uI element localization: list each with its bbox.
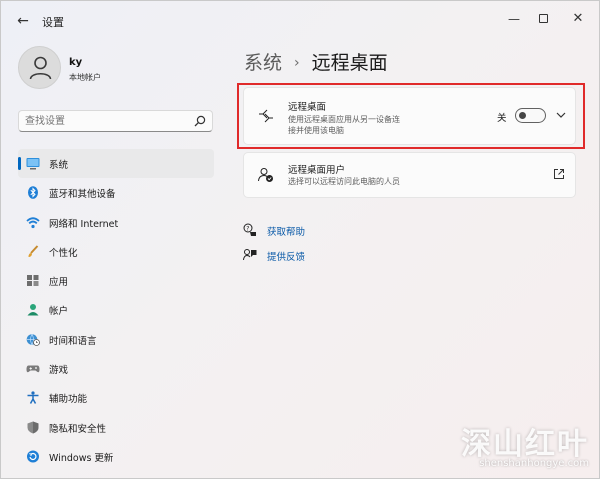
toggle-knob [519, 112, 526, 119]
sidebar-item-apps[interactable]: 应用 [18, 266, 214, 295]
breadcrumb: 系统 › 远程桌面 [244, 48, 388, 75]
toggle-state-label: 关 [497, 113, 507, 124]
wifi-icon [26, 216, 40, 228]
sidebar-item-label: 个性化 [49, 247, 78, 259]
feedback-icon [243, 249, 257, 261]
watermark-brand: 深山红叶 [461, 427, 589, 462]
page-title: 远程桌面 [311, 52, 388, 74]
sidebar-item-label: Windows 更新 [49, 452, 114, 464]
user-name: ky [69, 57, 83, 68]
account-icon [27, 304, 39, 316]
remote-users-title: 远程桌面用户 [288, 165, 346, 176]
sidebar-item-label: 蓝牙和其他设备 [49, 189, 116, 201]
sidebar-item-windows-update[interactable]: Windows 更新 [18, 442, 214, 471]
remote-desktop-toggle[interactable] [515, 108, 546, 123]
close-icon: ✕ [572, 11, 584, 26]
watermark-url: shenshanhongye.com [479, 458, 589, 469]
settings-window: ← 设置 — ✕ ky 本地帐户 系统 [0, 0, 600, 479]
sidebar-item-time-language[interactable]: 时间和语言 [18, 325, 214, 354]
sidebar-item-accessibility[interactable]: 辅助功能 [18, 383, 214, 412]
external-link-icon[interactable] [552, 167, 566, 181]
sidebar-item-network[interactable]: 网络和 Internet [18, 208, 214, 237]
search-box[interactable] [18, 110, 213, 132]
sidebar-item-label: 隐私和安全性 [49, 423, 107, 435]
sidebar-item-privacy[interactable]: 隐私和安全性 [18, 413, 214, 442]
system-icon [26, 158, 40, 170]
sidebar-item-gaming[interactable]: 游戏 [18, 354, 214, 383]
sidebar-item-label: 辅助功能 [49, 394, 88, 406]
sidebar-item-label: 系统 [49, 160, 69, 171]
sidebar-item-label: 应用 [49, 277, 69, 289]
breadcrumb-separator: › [294, 55, 300, 71]
shield-icon [27, 421, 39, 434]
remote-desktop-title: 远程桌面 [288, 102, 327, 113]
give-feedback-label: 提供反馈 [267, 252, 306, 263]
sidebar-item-accounts[interactable]: 帐户 [18, 295, 214, 324]
bluetooth-icon [28, 186, 38, 200]
chevron-down-icon[interactable] [554, 108, 568, 122]
sidebar-item-personalization[interactable]: 个性化 [18, 237, 214, 266]
avatar[interactable] [18, 46, 61, 89]
gamepad-icon [26, 365, 40, 373]
title-bar: ← 设置 — ✕ [1, 1, 599, 39]
sidebar-nav: 系统 蓝牙和其他设备 网络和 Internet 个性化 应用 帐户 时间和语言 … [18, 149, 214, 471]
remote-users-description: 选择可以远程访问此电脑的人员 [288, 177, 400, 186]
remote-desktop-description: 使用远程桌面应用从另一设备连 接并使用该电脑 [288, 115, 400, 135]
account-type: 本地帐户 [69, 73, 101, 82]
sidebar-item-label: 游戏 [49, 365, 69, 377]
remote-desktop-icon [259, 109, 273, 123]
update-icon [27, 450, 39, 463]
search-input[interactable] [25, 113, 185, 129]
back-button[interactable]: ← [13, 11, 33, 31]
maximize-icon [538, 14, 548, 23]
person-icon [29, 56, 52, 80]
accessibility-icon [27, 391, 39, 405]
remote-desktop-card[interactable]: 远程桌面 使用远程桌面应用从另一设备连 接并使用该电脑 关 [243, 87, 576, 145]
close-button[interactable]: ✕ [567, 9, 589, 29]
minimize-button[interactable]: — [503, 9, 525, 29]
watermark: 深山红叶 shenshanhongye.com [439, 419, 589, 475]
apps-icon [27, 275, 39, 287]
sidebar-item-label: 时间和语言 [49, 335, 97, 347]
remote-desktop-users-card[interactable]: 远程桌面用户 选择可以远程访问此电脑的人员 [243, 152, 576, 198]
svg-text:?: ? [246, 225, 249, 232]
get-help-label: 获取帮助 [267, 227, 306, 238]
maximize-button[interactable] [532, 9, 554, 29]
brush-icon [28, 245, 39, 257]
sidebar-item-label: 帐户 [49, 306, 69, 318]
back-arrow-icon: ← [17, 13, 29, 29]
sidebar-item-label: 网络和 Internet [49, 218, 119, 230]
search-icon[interactable] [194, 115, 206, 127]
help-icon: ? [243, 223, 256, 236]
minimize-icon: — [508, 12, 520, 26]
users-icon [258, 168, 273, 182]
sidebar-item-bluetooth[interactable]: 蓝牙和其他设备 [18, 178, 214, 207]
sidebar-item-system[interactable]: 系统 [18, 149, 214, 179]
globe-clock-icon [26, 333, 40, 346]
breadcrumb-parent[interactable]: 系统 [244, 52, 282, 74]
app-title: 设置 [42, 16, 64, 29]
